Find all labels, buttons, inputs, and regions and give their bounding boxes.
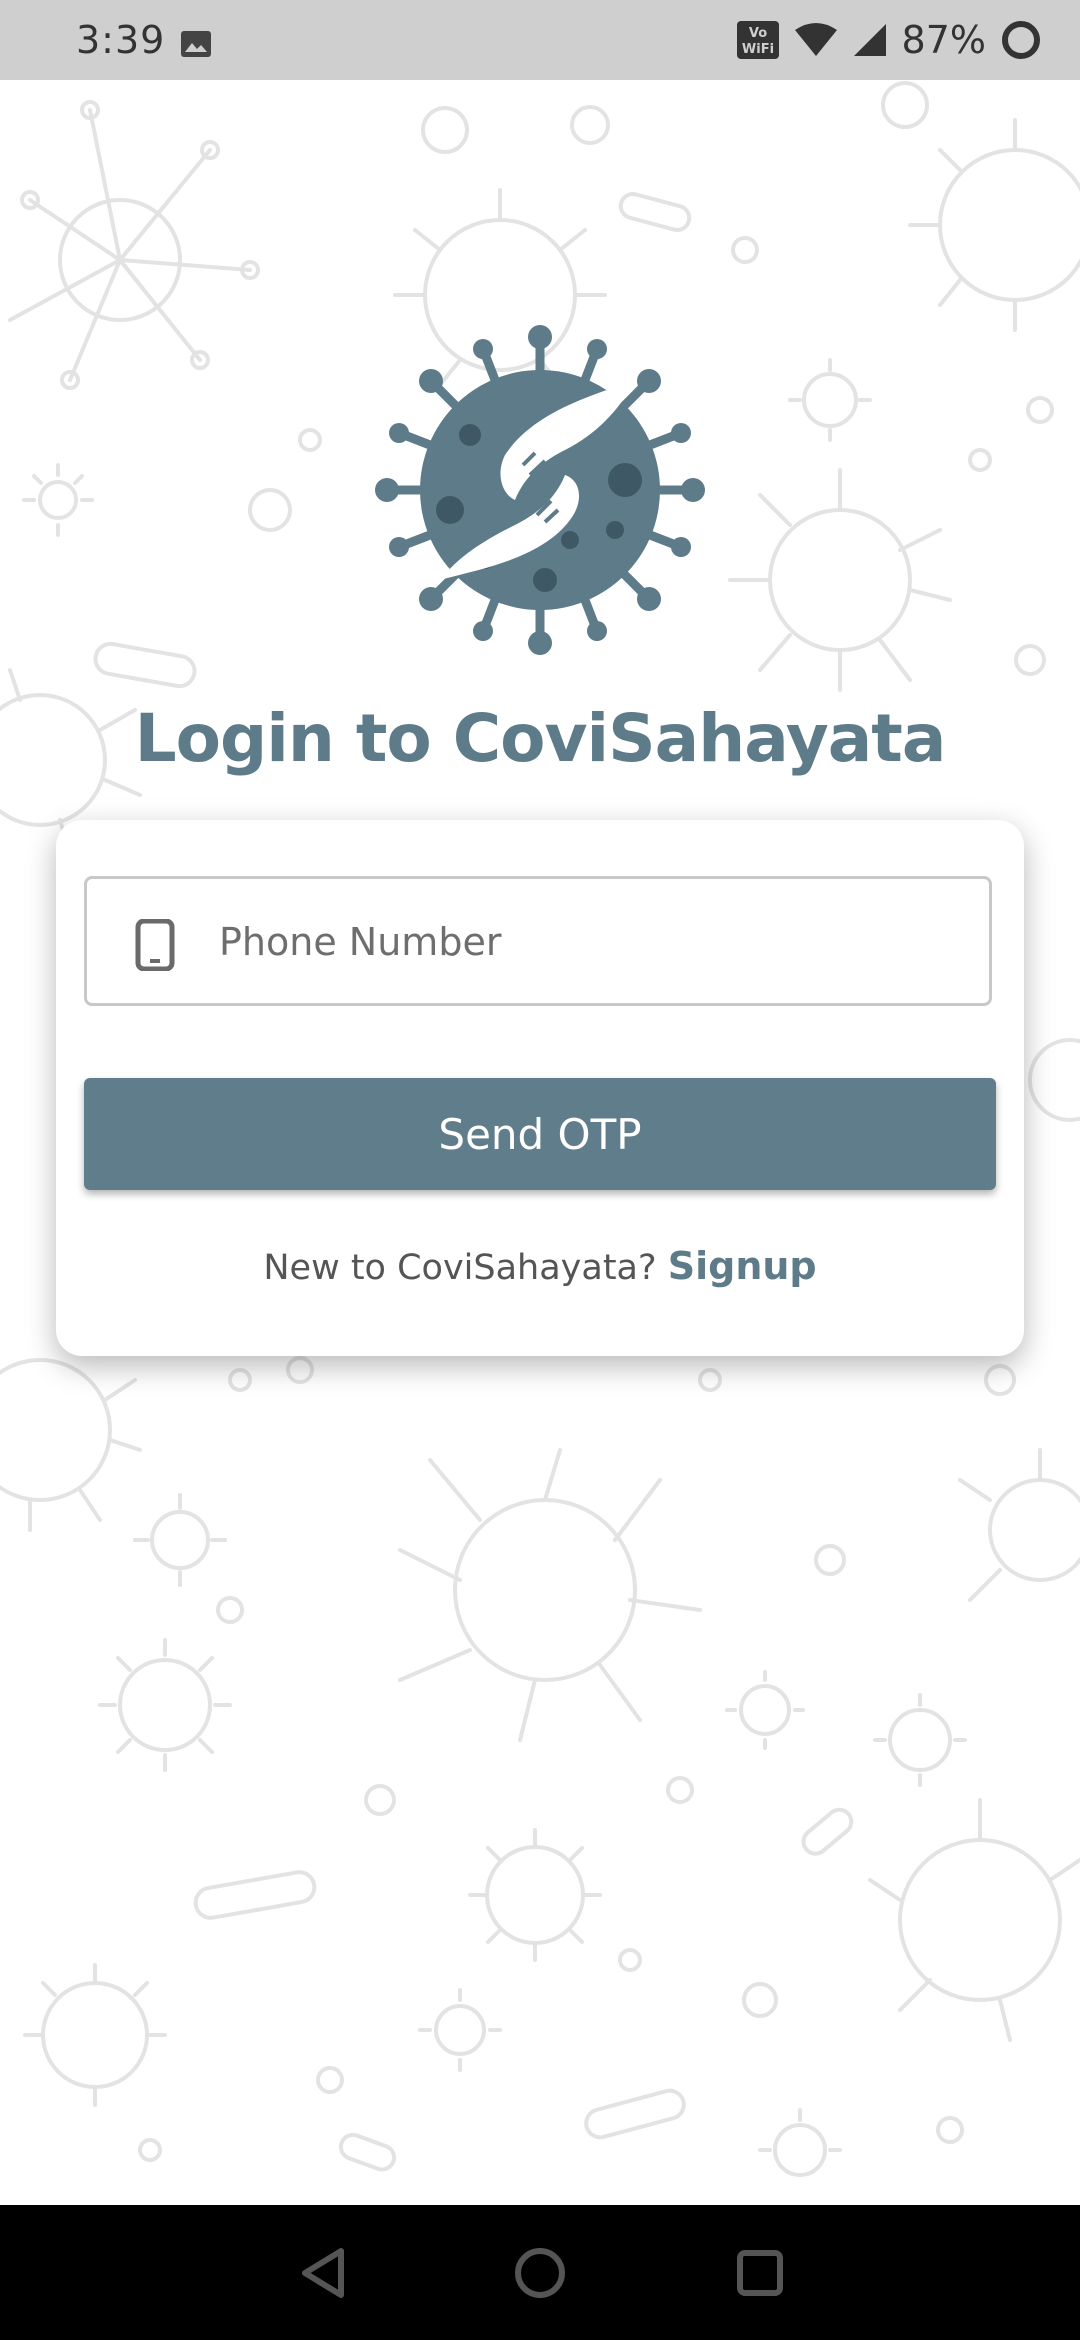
- mobile-phone-icon: [135, 919, 175, 971]
- battery-percent: 87%: [901, 18, 986, 62]
- status-bar: 3:39 Vo WiFi 87%: [0, 0, 1080, 80]
- wifi-icon: [794, 23, 837, 56]
- send-otp-button[interactable]: Send OTP: [84, 1078, 996, 1190]
- login-card: Send OTP New to CoviSahayata? Signup: [56, 820, 1024, 1356]
- signup-row: New to CoviSahayata? Signup: [56, 1244, 1024, 1288]
- status-icons: Vo WiFi 87%: [736, 16, 1042, 64]
- volte-wifi-icon: Vo WiFi: [736, 21, 779, 59]
- battery-icon: [1002, 21, 1040, 59]
- signup-link[interactable]: Signup: [668, 1244, 817, 1288]
- image-icon: [181, 31, 211, 57]
- svg-text:WiFi: WiFi: [741, 42, 773, 57]
- signup-prompt: New to CoviSahayata?: [263, 1248, 657, 1288]
- svg-text:Vo: Vo: [748, 26, 766, 41]
- signal-icon: [853, 24, 886, 56]
- covisahayata-logo: [375, 325, 705, 655]
- status-time: 3:39: [76, 18, 166, 62]
- phone-number-field[interactable]: [84, 876, 992, 1006]
- back-icon[interactable]: [295, 2243, 355, 2303]
- page-title: Login to CoviSahayata: [134, 700, 947, 777]
- recents-icon[interactable]: [730, 2243, 790, 2303]
- phone-number-input[interactable]: [217, 909, 961, 975]
- navigation-bar: [0, 2205, 1080, 2340]
- home-icon[interactable]: [510, 2243, 570, 2303]
